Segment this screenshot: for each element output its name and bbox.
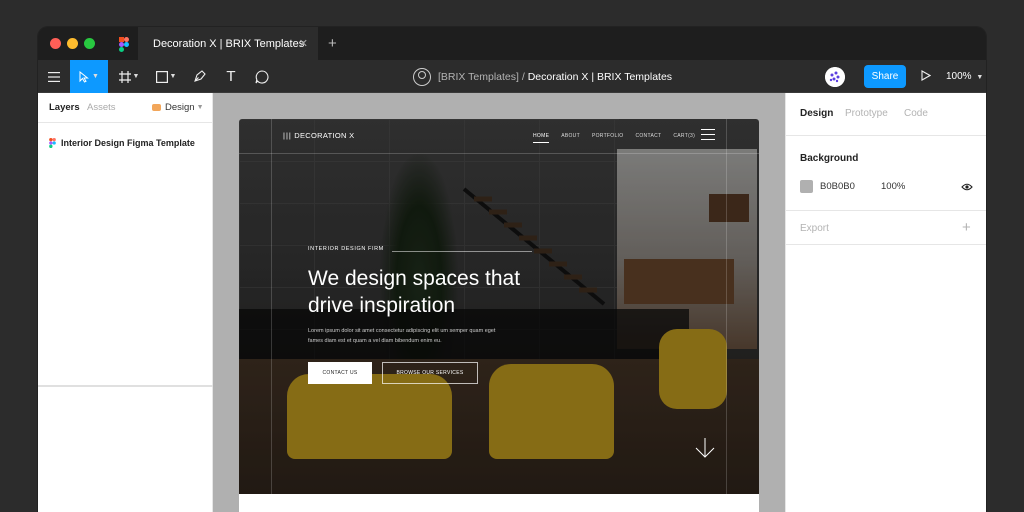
site-nav: HOME ABOUT PORTFOLIO CONTACT CART(3)	[533, 133, 695, 143]
pen-tool-button[interactable]	[188, 60, 210, 93]
square-icon	[155, 70, 168, 83]
main-menu-button[interactable]	[38, 60, 70, 93]
panel-divider[interactable]	[38, 385, 213, 387]
figma-icon	[49, 138, 56, 148]
hero-headline: We design spaces that drive inspiration	[308, 267, 521, 317]
site-nav-home[interactable]: HOME	[533, 133, 550, 143]
close-window-button[interactable]	[50, 38, 61, 49]
user-avatar[interactable]	[825, 67, 845, 87]
background-hex-input[interactable]: B0B0B0	[820, 181, 855, 192]
eye-icon[interactable]	[961, 183, 973, 191]
chevron-down-icon: ▼	[169, 73, 177, 80]
layers-panel: Layers Assets Design ▼ Interior Design F…	[38, 93, 213, 512]
minimize-window-button[interactable]	[67, 38, 78, 49]
grid-line	[726, 119, 727, 494]
canvas[interactable]: ||| DECORATION X HOME ABOUT PORTFOLIO CO…	[213, 93, 785, 512]
hash-frame-icon	[118, 70, 131, 83]
frame-tool-button[interactable]: ▼	[114, 60, 144, 93]
text-tool-button[interactable]: T	[220, 60, 242, 93]
zoom-dropdown[interactable]: 100% ▼	[946, 71, 983, 82]
title-bar: Decoration X | BRIX Templates ✕ +	[38, 27, 986, 60]
page-label: Design	[165, 102, 195, 113]
tab-code[interactable]: Code	[904, 108, 928, 119]
text-icon: T	[226, 68, 236, 85]
hero-paragraph: Lorem ipsum dolor sit amet consectetur a…	[308, 328, 496, 344]
tab-layers[interactable]: Layers	[49, 102, 80, 113]
speech-bubble-icon	[255, 69, 269, 83]
move-tool-button[interactable]: ▼	[70, 60, 108, 93]
export-section: Export +	[786, 211, 986, 245]
logo-mark-icon: |||	[283, 131, 292, 140]
site-logo[interactable]: ||| DECORATION X	[283, 131, 354, 140]
cursor-icon	[79, 70, 89, 83]
eyebrow-divider	[392, 251, 532, 252]
chevron-down-icon: ▼	[132, 73, 140, 80]
site-nav-portfolio[interactable]: PORTFOLIO	[592, 133, 624, 143]
add-export-icon[interactable]: +	[962, 219, 971, 236]
site-logo-text: DECORATION X	[294, 131, 355, 140]
present-play-icon[interactable]	[921, 70, 931, 81]
hamburger-icon	[48, 71, 60, 82]
tab-title: Decoration X | BRIX Templates	[153, 38, 305, 50]
team-avatar-icon	[413, 67, 431, 86]
arrow-down-icon[interactable]	[694, 437, 716, 459]
share-button[interactable]: Share	[864, 65, 906, 88]
site-nav-cart[interactable]: CART(3)	[673, 133, 695, 143]
chevron-down-icon: ▼	[196, 104, 204, 111]
tab-design[interactable]: Design	[800, 108, 833, 119]
grid-line	[271, 119, 272, 494]
comment-tool-button[interactable]	[251, 60, 273, 93]
hero-image: ||| DECORATION X HOME ABOUT PORTFOLIO CO…	[239, 119, 759, 494]
chevron-down-icon: ▼	[92, 73, 99, 80]
figma-logo-icon[interactable]	[119, 37, 129, 52]
zoom-label: 100%	[946, 71, 972, 82]
close-tab-icon[interactable]: ✕	[299, 37, 308, 50]
export-title: Export	[800, 223, 829, 234]
tab-assets[interactable]: Assets	[87, 102, 116, 113]
layer-item-label: Interior Design Figma Template	[61, 138, 195, 148]
pen-icon	[193, 70, 206, 82]
page-icon	[152, 104, 161, 111]
site-menu-icon[interactable]	[701, 129, 715, 144]
properties-panel: Design Prototype Code Background B0B0B0 …	[785, 93, 986, 512]
maximize-window-button[interactable]	[84, 38, 95, 49]
layers-panel-tabs: Layers Assets Design ▼	[38, 93, 212, 123]
doc-title-separator: /	[518, 70, 528, 83]
contact-us-button[interactable]: CONTACT US	[308, 362, 372, 384]
shape-tool-button[interactable]: ▼	[151, 60, 181, 93]
tab-prototype[interactable]: Prototype	[845, 108, 888, 119]
new-tab-button[interactable]: +	[328, 35, 337, 52]
layer-item[interactable]: Interior Design Figma Template	[49, 138, 195, 148]
website-frame[interactable]: ||| DECORATION X HOME ABOUT PORTFOLIO CO…	[239, 119, 759, 512]
page-selector[interactable]: Design ▼	[152, 102, 204, 113]
document-title[interactable]: [BRIX Templates] / Decoration X | BRIX T…	[413, 60, 672, 93]
doc-title-file: Decoration X | BRIX Templates	[527, 70, 673, 83]
background-section: Background B0B0B0 100%	[786, 136, 986, 211]
site-nav-about[interactable]: ABOUT	[561, 133, 580, 143]
background-color-swatch[interactable]	[800, 180, 813, 193]
tab-file[interactable]: Decoration X | BRIX Templates ✕	[138, 27, 318, 60]
chevron-down-icon: ▼	[976, 74, 984, 81]
site-nav-contact[interactable]: CONTACT	[635, 133, 661, 143]
figma-window: Decoration X | BRIX Templates ✕ + ▼ ▼ ▼ …	[38, 27, 986, 512]
browse-services-button[interactable]: BROWSE OUR SERVICES	[382, 362, 478, 384]
doc-title-team: [BRIX Templates]	[438, 70, 519, 83]
nav-divider	[239, 153, 759, 154]
background-title: Background	[800, 153, 859, 164]
background-opacity-input[interactable]: 100%	[881, 181, 905, 192]
properties-tabs: Design Prototype Code	[786, 93, 986, 136]
hero-eyebrow: INTERIOR DESIGN FIRM	[308, 246, 384, 252]
